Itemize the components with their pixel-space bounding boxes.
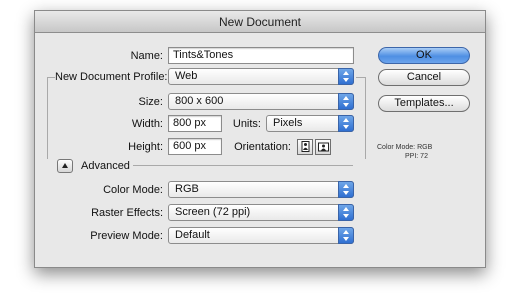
color-mode-info: Color Mode: RGB: [377, 144, 433, 151]
landscape-orientation-button[interactable]: [315, 139, 331, 155]
profile-group-line-right: [365, 77, 366, 159]
dropdown-arrows-icon: [338, 227, 354, 244]
portrait-orientation-button[interactable]: [297, 139, 313, 155]
preview-mode-select[interactable]: Default: [168, 227, 354, 244]
width-label: Width:: [131, 118, 163, 130]
raster-effects-value: Screen (72 ppi): [175, 206, 251, 218]
landscape-orientation-icon: [318, 142, 329, 152]
cancel-button[interactable]: Cancel: [378, 69, 470, 86]
ok-button[interactable]: OK: [378, 47, 470, 64]
disclosure-triangle-icon[interactable]: [57, 159, 73, 173]
dropdown-arrows-icon: [338, 115, 354, 132]
height-field[interactable]: 600 px: [168, 138, 222, 155]
name-field[interactable]: Tints&Tones: [168, 47, 354, 64]
color-mode-value: RGB: [175, 183, 199, 195]
profile-select[interactable]: Web: [168, 68, 354, 85]
raster-effects-select[interactable]: Screen (72 ppi): [168, 204, 354, 221]
profile-value: Web: [175, 70, 198, 82]
dropdown-arrows-icon: [338, 68, 354, 85]
orientation-label: Orientation:: [234, 141, 291, 153]
units-value: Pixels: [273, 117, 303, 129]
profile-group-line-left: [47, 77, 48, 159]
raster-effects-label: Raster Effects:: [91, 207, 163, 219]
dropdown-arrows-icon: [338, 181, 354, 198]
window-title: New Document: [35, 11, 485, 33]
size-select[interactable]: 800 x 600: [168, 93, 354, 110]
name-label: Name:: [130, 50, 163, 62]
preview-mode-label: Preview Mode:: [90, 230, 163, 242]
color-mode-label: Color Mode:: [103, 184, 163, 196]
advanced-label: Advanced: [81, 160, 130, 172]
units-label: Units:: [232, 118, 261, 130]
color-mode-select[interactable]: RGB: [168, 181, 354, 198]
height-label: Height:: [128, 141, 163, 153]
dropdown-arrows-icon: [338, 93, 354, 110]
templates-button[interactable]: Templates...: [378, 95, 470, 112]
units-select[interactable]: Pixels: [266, 115, 354, 132]
new-document-dialog: New Document Name: Tints&Tones New Docum…: [34, 10, 486, 268]
dropdown-arrows-icon: [338, 204, 354, 221]
profile-group-line-top-left: [47, 77, 55, 78]
ppi-info: PPI: 72: [405, 153, 428, 160]
profile-label: New Document Profile:: [55, 71, 168, 83]
width-field[interactable]: 800 px: [168, 115, 222, 132]
preview-mode-value: Default: [175, 229, 210, 241]
size-value: 800 x 600: [175, 95, 224, 107]
portrait-orientation-icon: [301, 141, 310, 152]
size-label: Size:: [138, 96, 163, 108]
advanced-divider: [133, 165, 353, 166]
